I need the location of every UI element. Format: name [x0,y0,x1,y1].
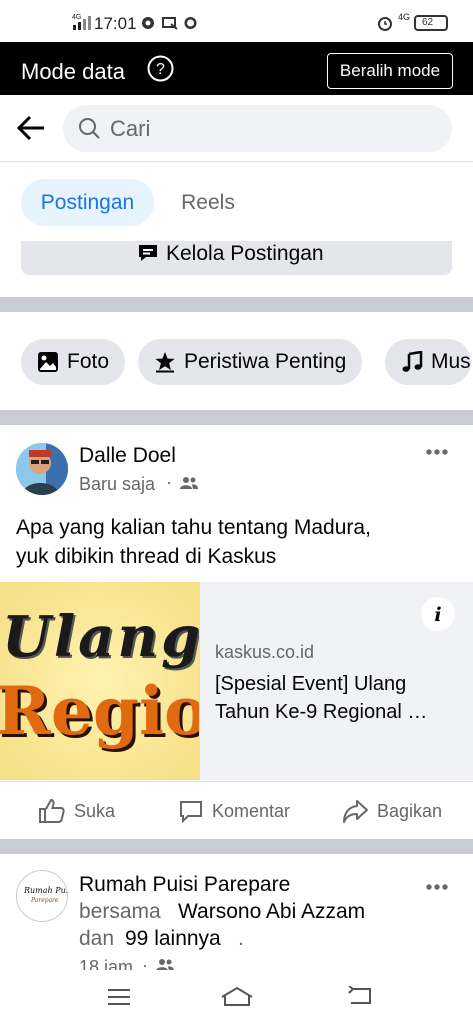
more-options-icon[interactable] [425,878,449,896]
post-text-line1: Apa yang kalian tahu tentang Madura, [16,516,371,539]
link-title-line2: Tahun Ke-9 Regional … [215,701,428,723]
profile-tabs: Postingan Reels [0,163,473,241]
comment-button[interactable]: Komentar [178,782,290,840]
status-time: 17:01 [94,14,137,33]
chip-foto[interactable]: Foto [21,339,126,385]
more-options-icon[interactable] [425,443,449,461]
star-icon [155,352,175,373]
tagged-person[interactable]: Warsono Abi Azzam [178,900,365,924]
tab-postingan[interactable]: Postingan [21,179,154,226]
info-icon[interactable]: ? [147,55,174,87]
search-icon [78,117,101,145]
separator-dot: · [166,472,172,492]
search-input[interactable]: Cari [63,105,452,152]
section-divider [0,839,473,854]
svg-text:4G: 4G [72,14,81,21]
with-word: bersama [79,900,161,923]
info-circle-icon[interactable]: i [420,596,456,637]
comment-label: Komentar [212,800,291,821]
period: . [238,927,244,950]
like-label: Suka [74,800,116,821]
tab-reels[interactable]: Reels [166,179,250,226]
post-action-bar: Suka Komentar Bagikan [0,781,473,839]
avatar-text-2: Parepare [31,897,59,904]
post-card: Rumah Puisi Parepare Rumah Puisi Parepar… [0,854,473,970]
switch-mode-button[interactable]: Beralih mode [327,53,453,89]
post-time[interactable]: 18 jam [79,957,133,970]
notification-icon [162,15,178,35]
share-label: Bagikan [377,800,443,821]
signal-icon: 4G [72,12,92,35]
manage-posts-button[interactable]: Kelola Postingan [21,241,452,275]
comment-icon [180,801,202,824]
avatar-text-1: Rumah Puisi [24,886,67,895]
svg-text:?: ? [156,61,165,78]
system-nav-bar [0,970,473,1024]
chip-peristiwa-label: Peristiwa Penting [184,350,347,373]
and-word: dan [79,927,115,950]
chat-bubble-icon [137,243,159,268]
data-mode-bar: Mode data ? Beralih mode [0,42,473,95]
image-divider [199,582,200,780]
battery-level: 62 [422,17,434,28]
battery-icon: 62 [414,15,448,31]
share-icon [343,799,368,823]
link-title-line1: [Spesial Event] Ulang [215,673,407,695]
app-notification-icon [141,15,155,35]
thumbs-up-icon [39,798,65,823]
image-text-top: Ulang [2,604,199,670]
chip-peristiwa-penting[interactable]: Peristiwa Penting [138,339,363,385]
photo-icon [38,352,58,372]
alarm-icon [183,15,198,35]
like-button[interactable]: Suka [38,782,115,840]
manage-posts-label: Kelola Postingan [166,242,324,265]
back-nav-icon[interactable] [347,985,373,1011]
chip-musik-label: Mus [431,350,471,373]
post-author[interactable]: Rumah Puisi Parepare [79,873,290,897]
menu-icon[interactable] [107,988,131,1011]
home-icon[interactable] [220,985,254,1012]
separator-dot: · [142,955,148,970]
chip-foto-label: Foto [67,350,110,373]
music-icon [402,351,423,372]
friends-audience-icon [156,958,174,970]
post-time[interactable]: Baru saja [79,474,155,495]
post-text-line2: yuk dibikin thread di Kaskus [16,545,277,568]
avatar[interactable]: Rumah Puisi Parepare [16,870,68,922]
section-divider [0,297,473,312]
avatar[interactable] [16,443,68,495]
image-text-bottom: Regio [0,672,199,750]
search-placeholder: Cari [110,116,151,141]
post-author[interactable]: Dalle Doel [79,444,176,468]
link-preview-image: Ulang Regio [0,582,199,780]
status-bar: 4G 17:01 4G 62 [0,0,473,42]
section-divider [0,410,473,425]
back-arrow-icon[interactable] [16,114,46,147]
others-link[interactable]: 99 lainnya [125,927,221,951]
alarm-clock-icon [377,15,393,36]
data-mode-title: Mode data [21,59,125,84]
link-domain: kaskus.co.id [215,642,315,662]
chip-musik[interactable]: Mus [385,339,471,385]
svg-text:i: i [434,604,441,626]
link-preview-card[interactable]: Ulang Regio i kaskus.co.id [Spesial Even… [0,582,473,780]
network-right-label: 4G [398,12,411,22]
search-row: Cari [0,95,473,162]
share-button[interactable]: Bagikan [342,782,442,840]
friends-audience-icon [180,476,198,495]
